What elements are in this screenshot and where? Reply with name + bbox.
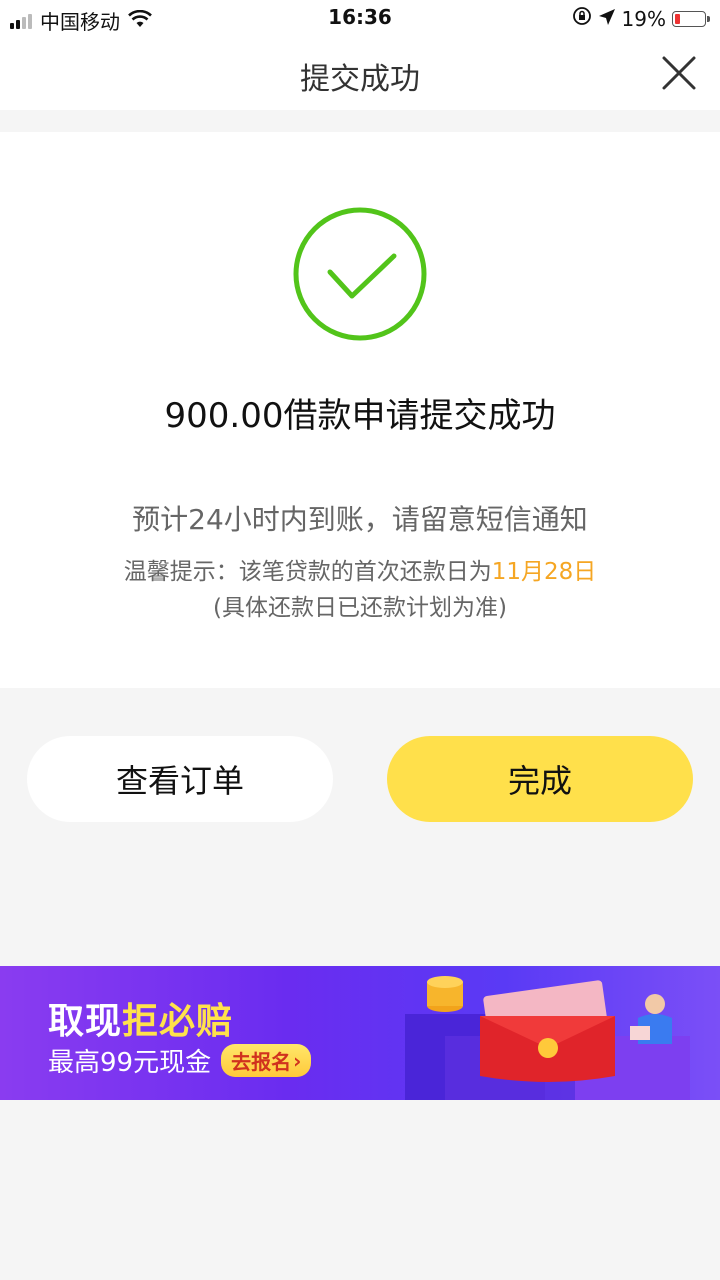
result-title: 900.00借款申请提交成功 (164, 396, 556, 436)
arrival-estimate: 预计24小时内到账，请留意短信通知 (132, 503, 588, 536)
battery-percent: 19% (621, 6, 666, 31)
banner-subline: 最高99元现金 去报名 › (48, 1042, 312, 1079)
chevron-right-icon: › (293, 1048, 302, 1073)
battery-icon (672, 10, 710, 27)
repayment-date: 11月28日 (491, 559, 597, 585)
status-bar: 中国移动 16:36 19% (0, 0, 720, 36)
nav-bar: 提交成功 (0, 36, 720, 110)
tip-prefix: 温馨提示：该笔贷款的首次还款日为 (123, 559, 492, 585)
repayment-tip: 温馨提示：该笔贷款的首次还款日为11月28日 (0, 552, 720, 586)
close-icon (662, 56, 696, 90)
location-icon (598, 7, 616, 31)
close-button[interactable] (660, 54, 698, 92)
signup-label: 去报名 (231, 1050, 292, 1074)
signal-icon (10, 13, 32, 29)
banner-headline-a: 取现 (48, 1001, 123, 1042)
signup-button[interactable]: 去报名 › (221, 1044, 312, 1077)
promo-banner[interactable]: 取现拒必赔 最高99元现金 去报名› 100 (0, 966, 720, 1100)
banner-headline-b: 拒必赔 (122, 1001, 234, 1042)
repayment-note: (具体还款日已还款计划为准) (213, 595, 507, 621)
result-panel: 900.00借款申请提交成功 预计24小时内到账，请留意短信通知 温馨提示：该笔… (0, 132, 720, 688)
success-check-icon (293, 207, 427, 341)
done-button[interactable]: 完成 (387, 736, 693, 822)
view-order-button[interactable]: 查看订单 (27, 736, 333, 822)
red-envelope-illustration: 100 (405, 976, 690, 1100)
wifi-icon (128, 9, 152, 33)
banner-reward: 最高99元现金 (48, 1048, 212, 1078)
banner-headline: 取现拒必赔 (48, 992, 233, 1044)
page-title: 提交成功 (300, 62, 420, 97)
carrier-label: 中国移动 (40, 10, 120, 34)
orientation-lock-icon (572, 6, 592, 31)
